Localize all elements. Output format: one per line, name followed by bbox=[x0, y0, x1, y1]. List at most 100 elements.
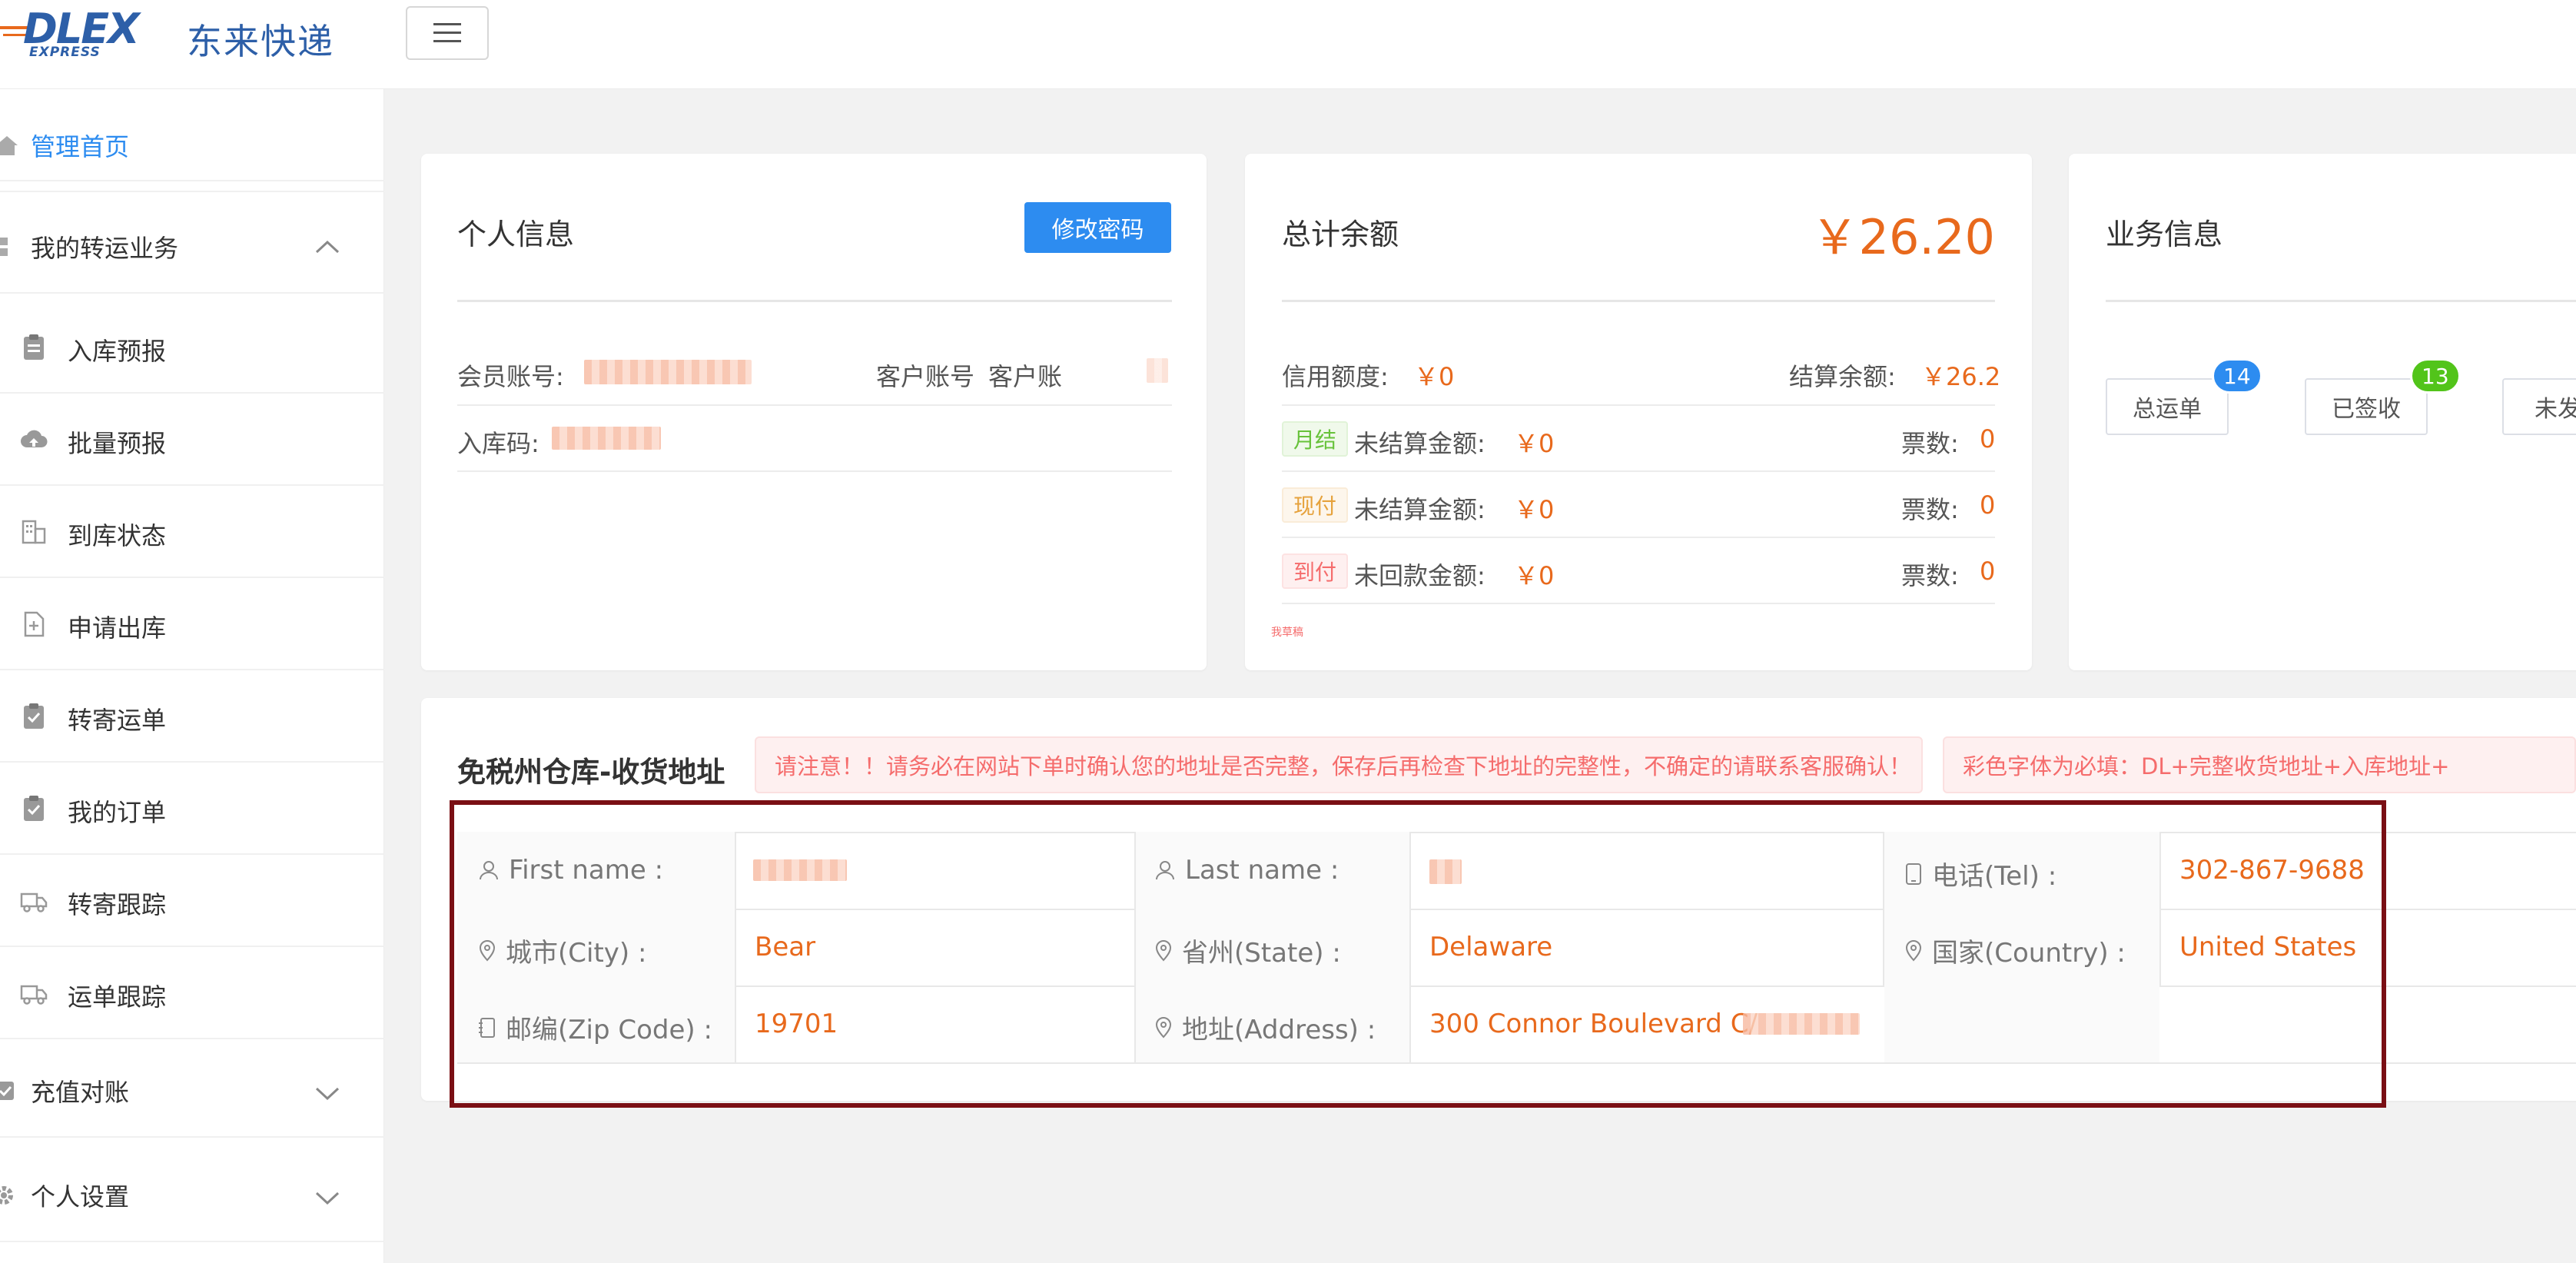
business-title: 业务信息 bbox=[2106, 218, 2223, 251]
redacted-member-account bbox=[584, 360, 752, 384]
brand-name: 东来快递 bbox=[187, 21, 334, 62]
sidebar-item-forward-waybill[interactable]: 转寄运单 bbox=[0, 670, 384, 763]
row-divider bbox=[1282, 470, 1995, 472]
sidebar-group-recharge[interactable]: 充值对账 bbox=[0, 1045, 384, 1138]
signed-badge: 13 bbox=[2410, 358, 2461, 394]
row-divider bbox=[1282, 603, 1995, 604]
required-hint: 彩色字体为必填：DL+完整收货地址+入库地址+ bbox=[1943, 736, 2576, 793]
last-name-cell: Last name : bbox=[1154, 855, 1339, 886]
sidebar-item-apply-outbound[interactable]: 申请出库 bbox=[0, 578, 384, 670]
tag-cod: 到付 bbox=[1282, 553, 1348, 589]
sidebar-label: 我的订单 bbox=[68, 798, 167, 827]
menu-toggle-button[interactable] bbox=[406, 6, 489, 60]
state-cell: 省州(State) : bbox=[1154, 932, 1341, 969]
table-border bbox=[457, 1062, 2576, 1064]
change-password-button[interactable]: 修改密码 bbox=[1024, 202, 1171, 253]
tag-cash: 现付 bbox=[1282, 487, 1348, 523]
brand-logo[interactable]: DLEX EXPRESS bbox=[0, 5, 165, 60]
city-value[interactable]: Bear bbox=[755, 932, 815, 962]
clipboard-check-icon bbox=[24, 703, 44, 729]
sidebar-label-recharge: 充值对账 bbox=[31, 1078, 130, 1107]
tel-label: 电话(Tel) : bbox=[1932, 861, 2057, 892]
unshipped-button[interactable]: 未发 bbox=[2502, 378, 2576, 435]
unreceived-amount: ￥0 bbox=[1514, 561, 1555, 590]
table-border bbox=[1883, 832, 1884, 985]
zip-label: 邮编(Zip Code) : bbox=[506, 1015, 712, 1045]
sidebar-label-transfer: 我的转运业务 bbox=[31, 234, 179, 263]
sidebar-label: 申请出库 bbox=[68, 613, 167, 643]
tel-cell: 电话(Tel) : bbox=[1904, 855, 2056, 892]
file-add-icon bbox=[24, 611, 45, 637]
unsettled-amount: ￥0 bbox=[1514, 495, 1555, 524]
signed-button[interactable]: 已签收 bbox=[2305, 378, 2428, 435]
home-icon bbox=[0, 136, 18, 155]
country-value[interactable]: United States bbox=[2179, 932, 2356, 962]
sidebar-item-batch-forecast[interactable]: 批量预报 bbox=[0, 394, 384, 486]
sidebar-label: 转寄运单 bbox=[68, 706, 167, 735]
balance-total: ￥26.20 bbox=[1811, 209, 1996, 265]
table-border bbox=[1134, 832, 1136, 1062]
table-border bbox=[457, 832, 2576, 833]
sidebar-group-settings[interactable]: 个人设置 bbox=[0, 1150, 384, 1242]
city-cell: 城市(City) : bbox=[478, 932, 646, 969]
first-name-label: First name : bbox=[509, 855, 664, 886]
phone-icon bbox=[1906, 862, 1921, 885]
sidebar-item-waybill-tracking[interactable]: 运单跟踪 bbox=[0, 947, 384, 1039]
zip-value[interactable]: 19701 bbox=[755, 1009, 838, 1039]
redacted-customer-account bbox=[1147, 358, 1168, 383]
count-label: 票数: bbox=[1901, 429, 1959, 458]
sidebar-label: 到库状态 bbox=[68, 521, 167, 550]
credit-label: 信用额度: bbox=[1282, 362, 1389, 391]
tel-value[interactable]: 302-867-9688 bbox=[2179, 855, 2365, 886]
clipboard-check-icon bbox=[24, 796, 44, 821]
row-divider bbox=[457, 404, 1172, 406]
unsettled-label: 未结算金额: bbox=[1354, 495, 1486, 524]
total-waybills-badge: 14 bbox=[2212, 358, 2262, 394]
unreceived-label: 未回款金额: bbox=[1354, 561, 1486, 590]
city-label: 城市(City) : bbox=[506, 938, 647, 969]
footnote: 我草稿 bbox=[1271, 627, 1303, 639]
redacted-warehouse-code bbox=[552, 427, 661, 450]
sidebar-item-my-orders[interactable]: 我的订单 bbox=[0, 763, 384, 855]
personal-info-title: 个人信息 bbox=[457, 218, 575, 251]
state-label: 省州(State) : bbox=[1182, 938, 1341, 969]
address-value[interactable]: 300 Connor Boulevard C/ bbox=[1429, 1009, 1758, 1039]
sidebar-group-transfer[interactable]: 我的转运业务 bbox=[0, 201, 384, 294]
zip-cell: 邮编(Zip Code) : bbox=[478, 1009, 712, 1046]
sidebar-item-arrival-status[interactable]: 到库状态 bbox=[0, 486, 384, 578]
sidebar-label: 入库预报 bbox=[68, 337, 167, 366]
row-divider bbox=[1282, 537, 1995, 538]
grid-icon bbox=[0, 238, 8, 256]
top-bar: DLEX EXPRESS 东来快递 bbox=[0, 0, 2576, 89]
count-value: 0 bbox=[1980, 557, 1996, 586]
redacted-address bbox=[1743, 1013, 1860, 1035]
total-waybills-button[interactable]: 总运单 bbox=[2106, 378, 2229, 435]
last-name-label: Last name : bbox=[1185, 855, 1339, 886]
cloud-upload-icon bbox=[21, 430, 48, 447]
sidebar-item-forward-tracking[interactable]: 转寄跟踪 bbox=[0, 855, 384, 947]
member-account-label: 会员账号: bbox=[457, 362, 564, 391]
settle-label: 结算余额: bbox=[1789, 362, 1896, 391]
chevron-up-icon bbox=[315, 240, 340, 254]
address-label: 地址(Address) : bbox=[1182, 1015, 1376, 1045]
country-cell: 国家(Country) : bbox=[1904, 932, 2126, 969]
divider bbox=[2106, 300, 2576, 302]
location-icon bbox=[1155, 939, 1172, 962]
address-warning: 请注意！！请务必在网站下单时确认您的地址是否完整，保存后再检查下地址的完整性，不… bbox=[755, 736, 1923, 793]
redacted-last-name bbox=[1429, 859, 1462, 884]
sidebar-item-home[interactable]: 管理首页 bbox=[0, 100, 384, 192]
sidebar-label-home: 管理首页 bbox=[31, 132, 130, 161]
customer-account-value: 客户账 bbox=[988, 362, 1063, 391]
count-value: 0 bbox=[1980, 490, 1996, 520]
sidebar-item-inbound-forecast[interactable]: 入库预报 bbox=[0, 301, 384, 394]
sidebar-label: 批量预报 bbox=[68, 429, 167, 458]
chevron-down-icon bbox=[315, 1192, 340, 1205]
notebook-icon bbox=[479, 1017, 495, 1038]
clipboard-icon bbox=[24, 334, 44, 360]
building-icon bbox=[22, 520, 46, 544]
state-value[interactable]: Delaware bbox=[1429, 932, 1552, 962]
address-cell: 地址(Address) : bbox=[1154, 1009, 1376, 1046]
unsettled-label: 未结算金额: bbox=[1354, 429, 1486, 458]
row-divider bbox=[1282, 404, 1995, 406]
sidebar-label-settings: 个人设置 bbox=[31, 1182, 130, 1211]
